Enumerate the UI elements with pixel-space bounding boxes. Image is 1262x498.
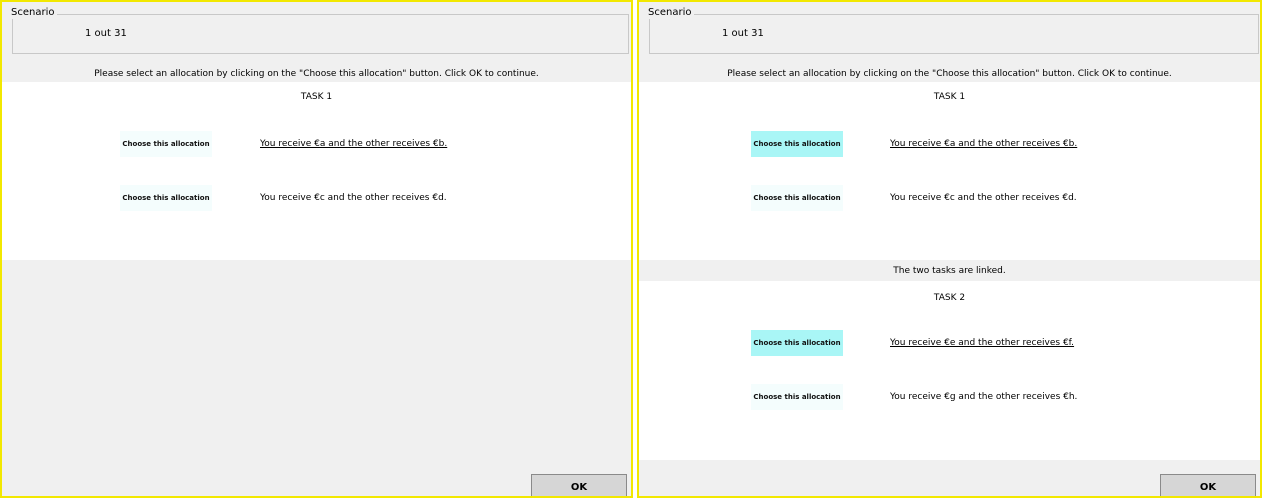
task2-title: TASK 2	[933, 293, 966, 303]
task1-option1-text: You receive €a and the other receives €b…	[260, 139, 448, 149]
scenario-label: Scenario	[645, 7, 695, 19]
task1-option2-text: You receive €c and the other receives €d…	[260, 193, 447, 203]
task1-option1-text: You receive €a and the other receives €b…	[890, 139, 1078, 149]
task1-area: TASK 1 Choose this allocation You receiv…	[2, 82, 631, 260]
ok-button[interactable]: OK	[531, 474, 627, 496]
scenario-group: Scenario 1 out 31	[645, 7, 1259, 54]
task2-option2-text: You receive €g and the other receives €h…	[890, 392, 1078, 402]
scenario-progress: 1 out 31	[722, 28, 764, 39]
task2-area: TASK 2 Choose this allocation You receiv…	[639, 281, 1260, 460]
instruction-text: Please select an allocation by clicking …	[727, 69, 1172, 79]
task1-title: TASK 1	[933, 92, 966, 102]
task2-option2-choose-button[interactable]: Choose this allocation	[751, 384, 843, 410]
task1-option1-choose-button[interactable]: Choose this allocation	[120, 131, 212, 157]
task1-title: TASK 1	[300, 92, 333, 102]
task1-option2-text: You receive €c and the other receives €d…	[890, 193, 1077, 203]
scenario-group: Scenario 1 out 31	[8, 7, 629, 54]
ok-button[interactable]: OK	[1160, 474, 1256, 496]
task2-option1-text: You receive €e and the other receives €f…	[890, 338, 1075, 348]
task1-option1-choose-button[interactable]: Choose this allocation	[751, 131, 843, 157]
task1-option2-choose-button[interactable]: Choose this allocation	[751, 185, 843, 211]
left-window: Scenario 1 out 31 Please select an alloc…	[0, 0, 633, 498]
instruction-text: Please select an allocation by clicking …	[94, 69, 539, 79]
task1-option2-choose-button[interactable]: Choose this allocation	[120, 185, 212, 211]
scenario-progress: 1 out 31	[85, 28, 127, 39]
right-window: Scenario 1 out 31 Please select an alloc…	[637, 0, 1262, 498]
task1-area: TASK 1 Choose this allocation You receiv…	[639, 82, 1260, 260]
scenario-label: Scenario	[8, 7, 58, 19]
linked-note: The two tasks are linked.	[893, 266, 1006, 276]
task2-option1-choose-button[interactable]: Choose this allocation	[751, 330, 843, 356]
